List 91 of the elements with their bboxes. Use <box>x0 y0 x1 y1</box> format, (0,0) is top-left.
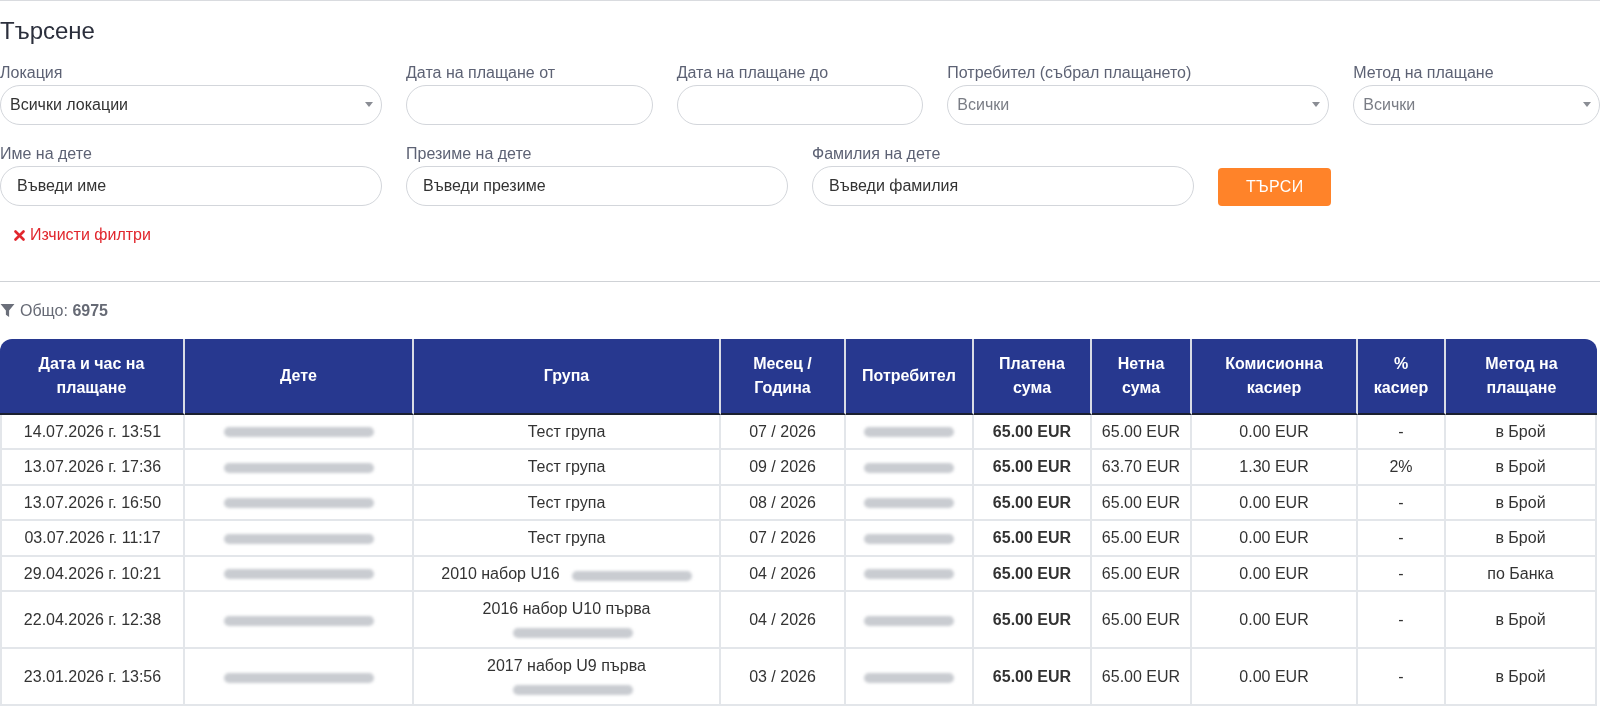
table-cell: 65.00 EUR <box>974 485 1092 521</box>
table-cell: - <box>1358 556 1446 592</box>
table-cell: 65.00 EUR <box>974 649 1092 706</box>
group-name: 2016 набор U10 първа <box>482 600 651 617</box>
total-count: Общо: 6975 <box>20 300 108 321</box>
table-cell: 65.00 EUR <box>1092 414 1192 450</box>
table-cell: в Брой <box>1446 521 1597 557</box>
table-cell: - <box>1358 485 1446 521</box>
table-cell: в Брой <box>1446 592 1597 649</box>
table-cell: 0.00 EUR <box>1192 649 1358 706</box>
date-field[interactable] <box>676 85 924 125</box>
table-cell: по Банка <box>1446 556 1597 592</box>
group-name: Тест група <box>527 529 606 546</box>
table-cell: 65.00 EUR <box>1092 485 1192 521</box>
table-cell: 65.00 EUR <box>1092 649 1192 706</box>
table-cell: 29.04.2026 г. 10:21 <box>0 556 185 592</box>
table-cell: 04 / 2026 <box>721 556 846 592</box>
table-cell: 65.00 EUR <box>974 592 1092 649</box>
table-cell: 65.00 EUR <box>974 414 1092 450</box>
field-label: Метод на плащане <box>1353 63 1495 83</box>
group-name: 2010 набор U16 <box>441 564 560 582</box>
field-label: Фамилия на дете <box>812 144 942 164</box>
table-cell: 07 / 2026 <box>721 521 846 557</box>
close-icon <box>14 229 25 241</box>
column-header: Група <box>414 338 721 415</box>
column-header: Потребител <box>846 338 974 415</box>
clear-filters-link[interactable]: Изчисти филтри <box>14 225 151 245</box>
table-cell: - <box>1358 414 1446 450</box>
table-cell: 65.00 EUR <box>974 450 1092 486</box>
table-cell: в Брой <box>1446 485 1597 521</box>
table-cell: 23.01.2026 г. 13:56 <box>0 649 185 706</box>
table-cell: в Брой <box>1446 649 1597 706</box>
column-header: Нетна сума <box>1092 338 1192 415</box>
table-cell: - <box>1358 649 1446 706</box>
table-cell: 13.07.2026 г. 16:50 <box>0 485 185 521</box>
field-label: Име на дете <box>0 144 93 164</box>
caret-icon <box>1582 102 1591 107</box>
table-cell: 65.00 EUR <box>974 556 1092 592</box>
filter-icon <box>0 303 15 318</box>
table-cell: 65.00 EUR <box>1092 592 1192 649</box>
group-name: Тест група <box>527 493 606 511</box>
table-cell: в Брой <box>1446 414 1597 450</box>
date-field[interactable] <box>406 85 653 125</box>
table-cell: 22.04.2026 г. 12:38 <box>0 592 185 649</box>
caret-icon <box>365 102 373 107</box>
table-cell: 0.00 EUR <box>1192 556 1358 592</box>
field-label: Дата на плащане до <box>676 63 830 83</box>
column-header: Платена сума <box>974 338 1092 415</box>
field-label: Дата на плащане от <box>406 63 557 83</box>
table-cell: - <box>1358 521 1446 557</box>
group-name: 2017 набор U9 първа <box>487 657 646 674</box>
table-cell: 08 / 2026 <box>721 485 846 521</box>
table-cell: 04 / 2026 <box>721 592 846 649</box>
table-cell: 0.00 EUR <box>1192 521 1358 557</box>
table-cell: в Брой <box>1446 450 1597 486</box>
table-cell: 03.07.2026 г. 11:17 <box>0 521 185 557</box>
column-header: Месец / Година <box>721 338 846 415</box>
field-label: Локация <box>0 63 64 83</box>
table-cell: 0.00 EUR <box>1192 592 1358 649</box>
table-cell: 1.30 EUR <box>1192 450 1358 486</box>
section-heading: Търсене <box>0 17 96 45</box>
table-cell: 2% <box>1358 450 1446 486</box>
column-header: % касиер <box>1358 338 1446 415</box>
column-header: Дете <box>185 338 414 415</box>
table-cell: 0.00 EUR <box>1192 485 1358 521</box>
group-name: Тест група <box>527 422 606 440</box>
table-cell: 07 / 2026 <box>721 414 846 450</box>
field-label: Презиме на дете <box>406 144 533 164</box>
table-cell: 0.00 EUR <box>1192 414 1358 450</box>
table-cell: 13.07.2026 г. 17:36 <box>0 450 185 486</box>
table-cell: 65.00 EUR <box>1092 556 1192 592</box>
column-header: Дата и час на плащане <box>0 338 185 415</box>
table-cell: 63.70 EUR <box>1092 450 1192 486</box>
dropdown-field[interactable]: Всички локации <box>0 85 382 125</box>
table-cell: 65.00 EUR <box>1092 521 1192 557</box>
input-field[interactable]: Въведи фамилия <box>812 166 1194 206</box>
caret-icon <box>1312 102 1321 107</box>
table-cell: 14.07.2026 г. 13:51 <box>0 414 185 450</box>
field-label: Потребител (събрал плащането) <box>947 63 1193 83</box>
search-button[interactable]: ТЪРСИ <box>1218 168 1332 206</box>
input-field[interactable]: Въведи име <box>0 166 382 206</box>
dropdown-field[interactable]: Всички <box>947 85 1330 125</box>
table-cell: - <box>1358 592 1446 649</box>
dropdown-field[interactable]: Всички <box>1353 85 1600 125</box>
table-cell: 09 / 2026 <box>721 450 846 486</box>
input-field[interactable]: Въведи презиме <box>406 166 788 206</box>
column-header: Метод на плащане <box>1446 338 1597 415</box>
column-header: Комисионна касиер <box>1192 338 1358 415</box>
group-name: Тест група <box>527 458 606 475</box>
table-cell: 03 / 2026 <box>721 649 846 706</box>
table-cell: 65.00 EUR <box>974 521 1092 557</box>
